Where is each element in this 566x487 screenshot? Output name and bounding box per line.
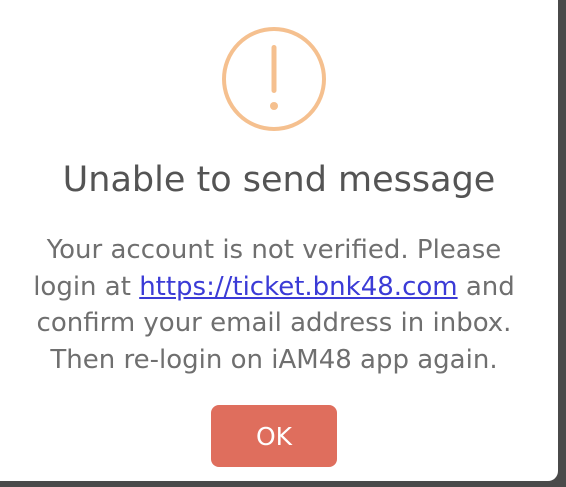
dialog-message: Your account is not verified. Please log… <box>0 232 548 378</box>
message-line-2-prefix: login at <box>33 271 140 302</box>
exclamation-circle-icon <box>222 27 326 131</box>
message-line-1: Your account is not verified. Please <box>46 235 502 265</box>
message-line-3: confirm your email address in inbox. <box>36 308 512 338</box>
ticket-link[interactable]: https://ticket.bnk48.com <box>139 272 457 302</box>
ok-button[interactable]: OK <box>211 405 337 467</box>
dialog-title: Unable to send message <box>62 160 496 200</box>
message-line-2-suffix: and <box>457 271 515 302</box>
message-line-4: Then re-login on iAM48 app again. <box>50 344 498 375</box>
alert-dialog: Unable to send message Your account is n… <box>0 0 558 481</box>
message-line-2: login at https://ticket.bnk48.com and <box>0 269 548 306</box>
